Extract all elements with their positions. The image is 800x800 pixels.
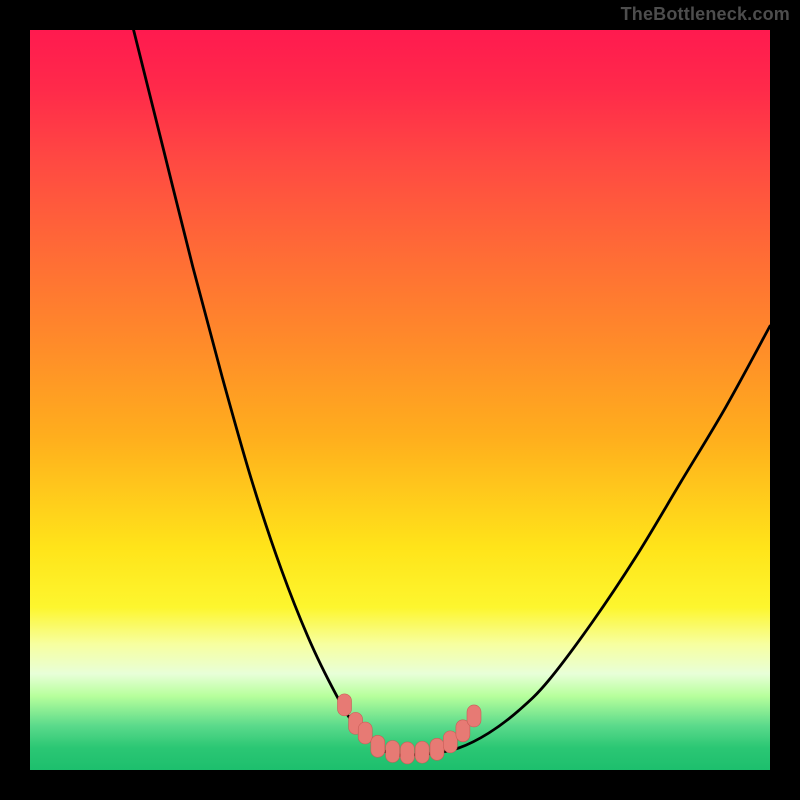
optimal-marker: [430, 738, 444, 760]
chart-frame: TheBottleneck.com: [0, 0, 800, 800]
optimal-marker: [456, 720, 470, 742]
optimal-marker: [443, 731, 457, 753]
chart-svg: [30, 30, 770, 770]
plot-area: [30, 30, 770, 770]
optimal-marker: [338, 694, 352, 716]
optimal-marker: [358, 722, 372, 744]
optimal-markers: [338, 694, 482, 764]
watermark-text: TheBottleneck.com: [621, 4, 790, 25]
optimal-marker: [386, 741, 400, 763]
optimal-marker: [371, 735, 385, 757]
curve-left: [134, 30, 400, 755]
optimal-marker: [349, 712, 363, 734]
optimal-marker: [415, 741, 429, 763]
curve-right: [400, 326, 770, 755]
optimal-marker: [467, 705, 481, 727]
optimal-marker: [400, 742, 414, 764]
